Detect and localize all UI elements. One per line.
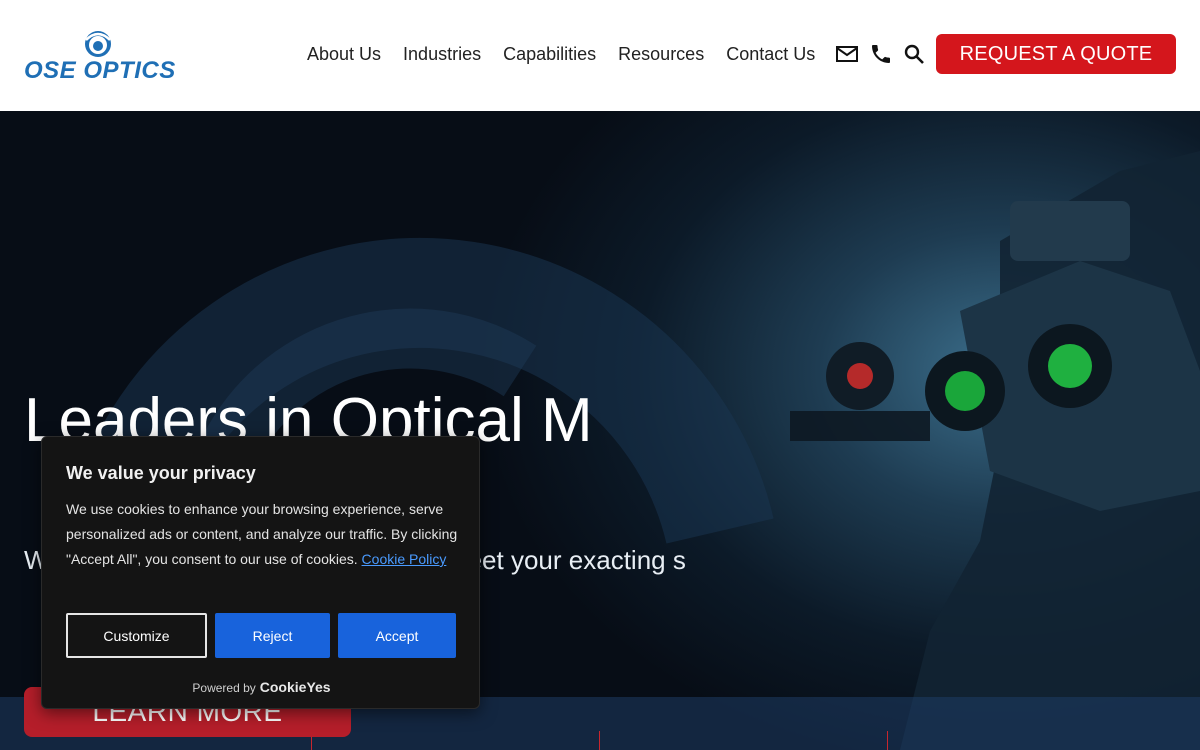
cookie-title: We value your privacy (66, 463, 256, 483)
cookie-accept-button[interactable]: Accept (338, 613, 456, 658)
cookie-customize-button[interactable]: Customize (66, 613, 207, 658)
nav-about-us[interactable]: About Us (307, 44, 381, 65)
page: OSE OPTICS About Us Industries Capabilit… (0, 0, 1200, 750)
search-icon[interactable] (902, 42, 926, 66)
mail-icon[interactable] (835, 42, 859, 66)
logo[interactable]: OSE OPTICS (24, 30, 184, 86)
phone-icon[interactable] (869, 42, 893, 66)
logo-text: OSE OPTICS (24, 57, 176, 84)
cookie-consent-dialog: We value your privacy We use cookies to … (41, 436, 480, 709)
nav-resources[interactable]: Resources (618, 44, 704, 65)
nav-contact-us[interactable]: Contact Us (726, 44, 815, 65)
band-divider (599, 731, 600, 750)
request-quote-button[interactable]: REQUEST A QUOTE (936, 34, 1176, 74)
nav-capabilities[interactable]: Capabilities (503, 44, 596, 65)
logo-eye-icon (85, 31, 111, 57)
site-header: OSE OPTICS About Us Industries Capabilit… (0, 0, 1200, 111)
powered-by-label: Powered by (192, 681, 256, 695)
nav-industries[interactable]: Industries (403, 44, 481, 65)
cookieyes-logo[interactable]: CookieYes (260, 679, 331, 695)
cookie-body: We use cookies to enhance your browsing … (66, 497, 458, 572)
main-nav: About Us Industries Capabilities Resourc… (307, 44, 837, 65)
powered-by: Powered by CookieYes (42, 679, 481, 695)
band-divider (887, 731, 888, 750)
cookie-policy-link[interactable]: Cookie Policy (362, 551, 447, 567)
cookie-reject-button[interactable]: Reject (215, 613, 330, 658)
